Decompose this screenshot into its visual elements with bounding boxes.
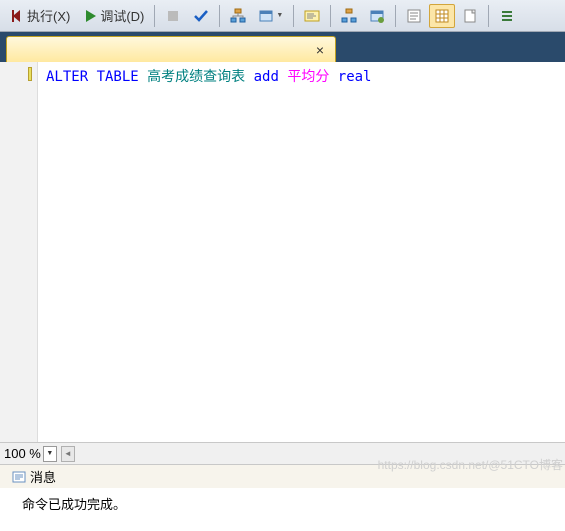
options-icon bbox=[258, 8, 274, 24]
results-grid-button[interactable] bbox=[429, 4, 455, 28]
text-icon bbox=[406, 8, 422, 24]
comment-button[interactable] bbox=[494, 4, 520, 28]
zoom-dropdown[interactable]: ▼ bbox=[43, 446, 57, 462]
sql-column-name: 平均分 bbox=[287, 69, 329, 85]
results-text-button[interactable] bbox=[401, 4, 427, 28]
execute-label: 执行(X) bbox=[27, 6, 70, 25]
check-icon bbox=[193, 8, 209, 24]
messages-icon bbox=[12, 470, 26, 484]
code-area[interactable]: ALTER TABLE 高考成绩查询表 add 平均分 real bbox=[38, 62, 379, 442]
grid-icon bbox=[434, 8, 450, 24]
message-text: 命令已成功完成。 bbox=[22, 497, 126, 512]
dropdown-icon: ▼ bbox=[276, 12, 283, 19]
sql-keyword: add bbox=[254, 69, 279, 85]
query-options-button[interactable]: ▼ bbox=[253, 4, 288, 28]
debug-button[interactable]: 调试(D) bbox=[77, 4, 149, 28]
hscroll-left-button[interactable]: ◄ bbox=[61, 446, 75, 462]
sql-editor[interactable]: ALTER TABLE 高考成绩查询表 add 平均分 real bbox=[0, 62, 565, 442]
separator bbox=[293, 5, 294, 27]
separator bbox=[488, 5, 489, 27]
stop-icon bbox=[165, 8, 181, 24]
intellisense-button[interactable] bbox=[299, 4, 325, 28]
debug-label: 调试(D) bbox=[100, 6, 144, 25]
intellisense-icon bbox=[304, 8, 320, 24]
execute-button[interactable]: 执行(X) bbox=[4, 4, 75, 28]
sql-datatype: real bbox=[338, 69, 372, 85]
results-tab-bar: 消息 bbox=[0, 464, 565, 488]
stats-icon bbox=[369, 8, 385, 24]
execute-icon bbox=[9, 8, 25, 24]
messages-pane[interactable]: 命令已成功完成。 bbox=[0, 488, 565, 519]
parse-button[interactable] bbox=[188, 4, 214, 28]
cancel-query-button[interactable] bbox=[160, 4, 186, 28]
sql-keyword: ALTER TABLE bbox=[46, 69, 139, 85]
separator bbox=[219, 5, 220, 27]
separator bbox=[395, 5, 396, 27]
file-icon bbox=[462, 8, 478, 24]
tab-close-button[interactable]: × bbox=[313, 43, 327, 57]
display-plan-button[interactable] bbox=[225, 4, 251, 28]
include-plan-button[interactable] bbox=[336, 4, 362, 28]
separator bbox=[330, 5, 331, 27]
results-file-button[interactable] bbox=[457, 4, 483, 28]
tab-bar: × bbox=[0, 32, 565, 62]
zoom-bar: 100 % ▼ ◄ bbox=[0, 442, 565, 464]
editor-gutter bbox=[0, 62, 38, 442]
query-tab[interactable]: × bbox=[6, 36, 336, 62]
toolbar: 执行(X) 调试(D) ▼ bbox=[0, 0, 565, 32]
client-stats-button[interactable] bbox=[364, 4, 390, 28]
zoom-value: 100 % bbox=[4, 446, 41, 461]
sql-table-name: 高考成绩查询表 bbox=[147, 69, 245, 85]
include-plan-icon bbox=[341, 8, 357, 24]
play-icon bbox=[82, 8, 98, 24]
plan-icon bbox=[230, 8, 246, 24]
messages-tab-label: 消息 bbox=[30, 467, 56, 486]
separator bbox=[154, 5, 155, 27]
change-marker-icon bbox=[28, 67, 32, 81]
messages-tab[interactable]: 消息 bbox=[4, 465, 64, 488]
comment-icon bbox=[499, 8, 515, 24]
